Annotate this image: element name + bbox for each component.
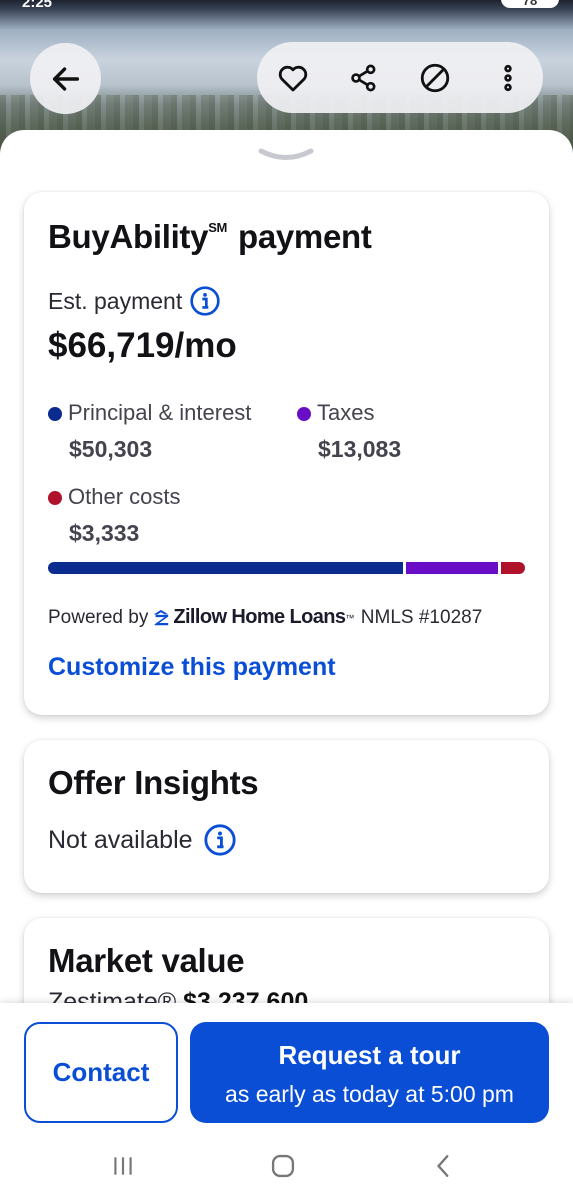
legend-principal-interest: Principal & interest $50,303 [48,400,251,463]
est-payment-label: Est. payment [48,285,221,319]
tour-button-subtitle: as early as today at 5:00 pm [225,1081,514,1107]
status-time: 2:25 [22,0,53,11]
share-icon [351,64,376,92]
request-tour-button[interactable]: Request a tour as early as today at 5:00… [190,1022,549,1123]
battery-indicator: 78 [501,0,559,8]
powered-by-line: Powered by Zillow Home Loans ™ NMLS #1028… [48,606,482,629]
legend-amount: $50,303 [69,436,153,462]
payment-breakdown-bar [48,562,525,574]
listing-actions [257,42,543,113]
nav-recents-button[interactable] [103,1151,143,1181]
zillow-home-loans-logo: Zillow Home Loans ™ [152,606,354,629]
legend-taxes: Taxes $13,083 [297,400,401,463]
info-icon[interactable] [189,285,221,317]
share-button[interactable] [345,59,383,97]
legend-dot [48,407,62,421]
lender-name: Zillow Home Loans [173,606,346,628]
market-value-title: Market value [48,942,245,979]
legend-dot [48,491,62,505]
sheet-handle-icon[interactable] [258,148,314,162]
save-button[interactable] [274,59,312,97]
est-payment-value: $66,719/mo [48,326,237,365]
customize-payment-link[interactable]: Customize this payment [48,653,336,682]
system-nav-bar [0,1135,573,1200]
more-vertical-icon [504,64,512,92]
info-icon[interactable] [203,823,237,857]
buyability-card: BuyAbilitySM payment Est. payment $66,71… [24,192,549,715]
hide-icon [420,63,450,93]
legend-amount: $13,083 [318,436,402,462]
tour-button-title: Request a tour [278,1040,461,1070]
nav-back-icon [436,1155,449,1177]
status-bar: 2:25 78 [0,0,573,14]
more-options-button[interactable] [489,59,527,97]
back-button[interactable] [30,43,101,114]
legend-label: Principal & interest [68,400,252,425]
nav-home-button[interactable] [263,1151,303,1181]
payment-bar-segment [48,562,403,574]
contact-button[interactable]: Contact [24,1022,178,1123]
legend-dot [297,407,311,421]
legend-label: Other costs [68,484,181,509]
payment-bar-segment [406,562,498,574]
buyability-title: BuyAbilitySM payment [48,218,372,255]
nmls-number: NMLS #10287 [360,606,483,628]
offer-insights-card: Offer Insights Not available [24,740,549,893]
zillow-z-icon [154,609,169,625]
offer-insights-title: Offer Insights [48,764,259,801]
legend-other-costs: Other costs $3,333 [48,484,180,547]
powered-by-label: Powered by [48,606,149,628]
legend-label: Taxes [317,400,375,425]
offer-status-text: Not available [48,825,193,854]
offer-insights-status: Not available [48,823,237,857]
back-arrow-icon [52,66,79,91]
recents-icon [114,1157,132,1175]
payment-bar-segment [501,562,525,574]
hide-button[interactable] [416,59,454,97]
nav-back-button[interactable] [424,1151,464,1181]
legend-amount: $3,333 [69,520,140,546]
home-icon [271,1154,295,1178]
heart-icon [278,65,308,92]
